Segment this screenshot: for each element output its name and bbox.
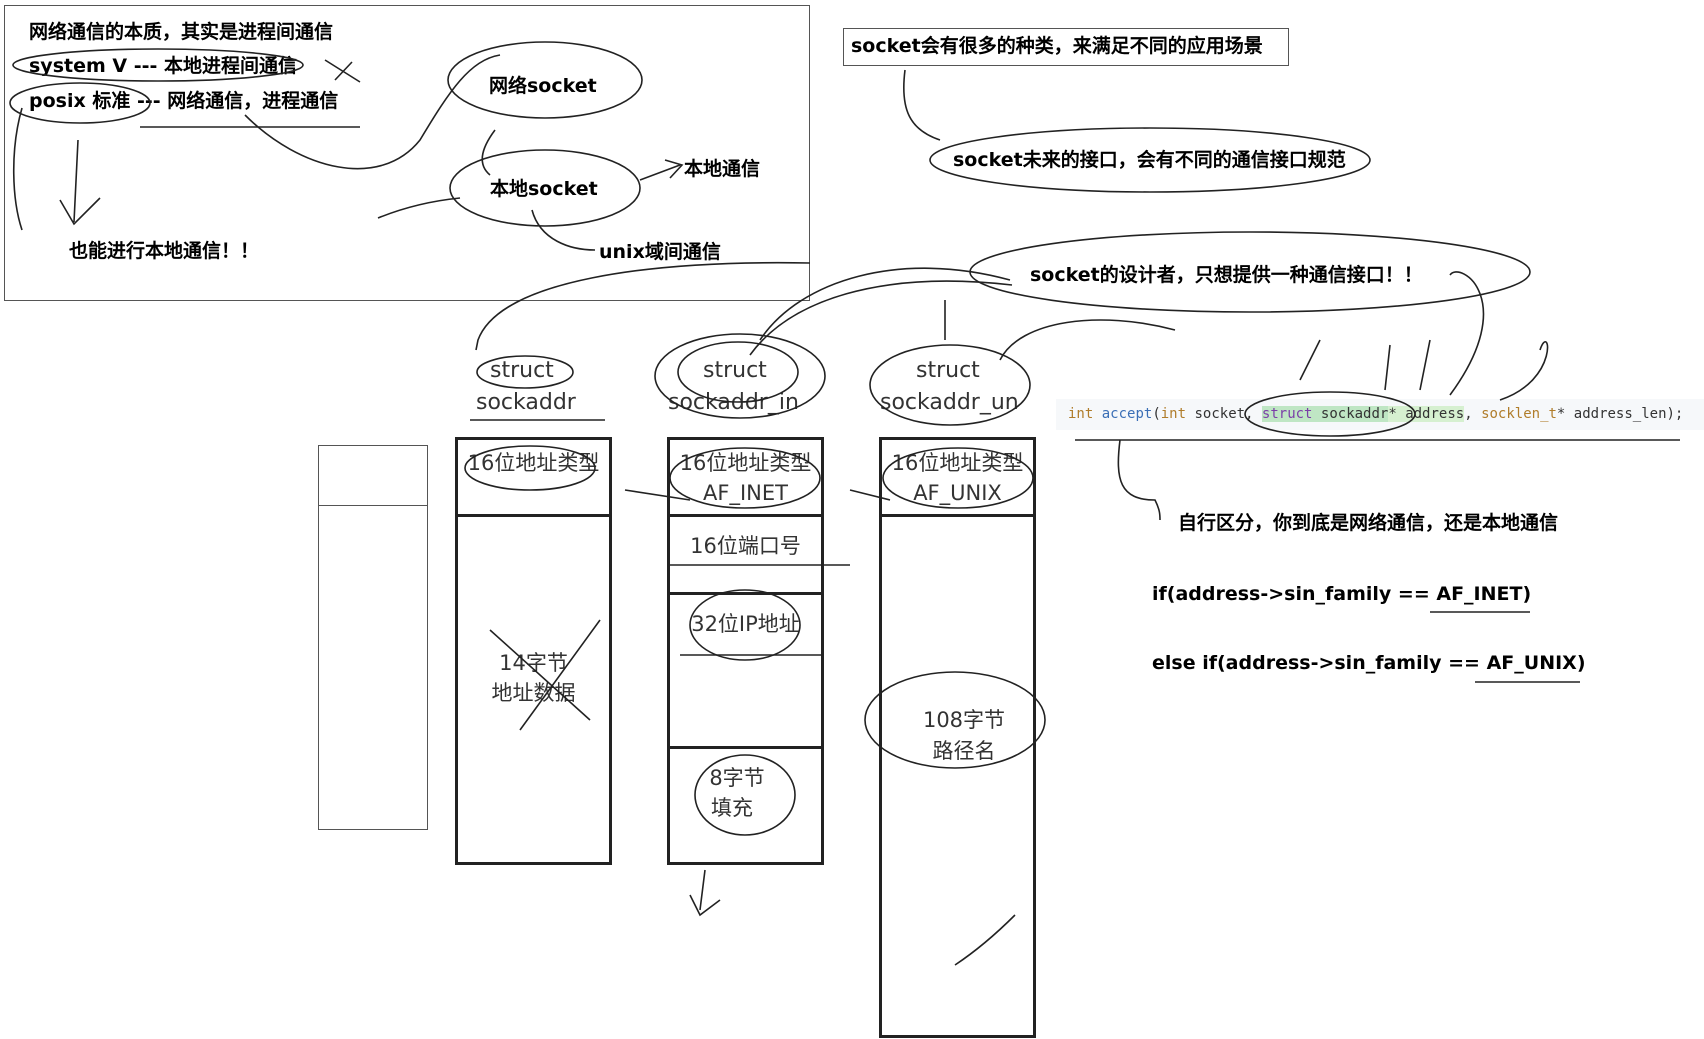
arrow-code-to-distinguish xyxy=(1117,439,1161,521)
arrow-to-local-comm xyxy=(639,159,684,181)
line-un-to-designer xyxy=(999,319,1176,361)
circle-padding xyxy=(694,754,796,836)
arrow-kinds-to-future xyxy=(903,69,941,141)
scribble-sockaddr-in-2 xyxy=(677,341,799,403)
circle-local-socket xyxy=(449,149,641,227)
circle-future xyxy=(929,127,1371,193)
handwritten-annotations xyxy=(9,41,1680,966)
scribble-sockaddr-in-1 xyxy=(654,333,826,419)
scribble-sockaddr-un xyxy=(869,344,1031,426)
circle-designer xyxy=(969,231,1531,313)
circle-posix xyxy=(9,82,151,124)
circle-net-socket xyxy=(447,41,643,119)
circle-ip xyxy=(689,589,801,661)
arrow-to-unix-comm xyxy=(531,209,596,251)
curve-posix-to-net xyxy=(244,54,501,170)
arrow-down-posix xyxy=(59,139,101,226)
left-bracket xyxy=(12,107,23,231)
circle-system-v xyxy=(12,48,304,82)
circle-sockaddr-field xyxy=(464,445,596,491)
arrow-net-to-local xyxy=(481,129,496,176)
circle-sockaddr-in-field xyxy=(669,447,821,509)
curve-to-sockaddr xyxy=(475,261,811,351)
cross-sockaddr-data xyxy=(489,619,601,731)
diagram-canvas: 网络通信的本质，其实是进程间通信 system V --- 本地进程间通信 po… xyxy=(0,0,1704,1039)
arrows-to-code xyxy=(1299,339,1431,391)
circle-sockaddr-un-field xyxy=(882,447,1034,509)
circle-path xyxy=(864,671,1046,769)
arrow-under-in xyxy=(689,869,721,917)
arrow-in-local-socket xyxy=(377,197,461,219)
line-in-to-un xyxy=(849,489,891,501)
circle-struct-sockaddr-code xyxy=(1244,391,1416,437)
arrow-into-path xyxy=(954,914,1016,966)
line-field-to-in xyxy=(624,489,691,501)
circle-sockaddr-title xyxy=(476,355,574,389)
cross-mark xyxy=(324,59,361,83)
